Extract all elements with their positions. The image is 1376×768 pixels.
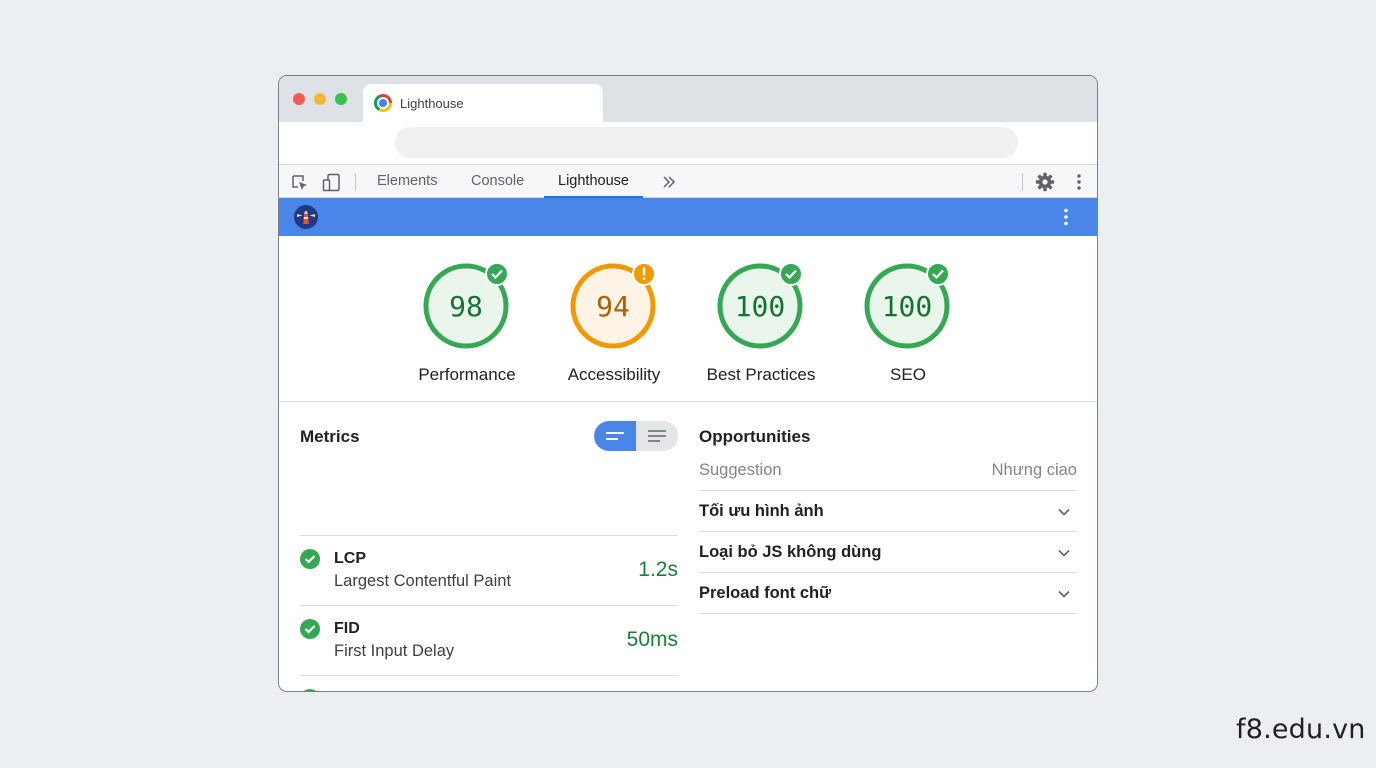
metrics-title: Metrics xyxy=(300,427,360,446)
pass-check-icon xyxy=(926,262,950,286)
metric-value: 1.2s xyxy=(638,558,678,581)
tab-title: Lighthouse xyxy=(400,95,464,111)
opportunity-title: Preload font chữ xyxy=(699,584,832,602)
metric-abbr: CLS xyxy=(334,690,366,691)
opportunities-header: Suggestion Nhưng ciao xyxy=(699,460,1077,491)
pass-check-icon xyxy=(300,549,320,569)
opportunity-title: Tối ưu hình ảnh xyxy=(699,502,824,520)
pass-check-icon xyxy=(485,262,509,286)
opportunity-row[interactable]: Loại bỏ JS không dùng xyxy=(699,532,1077,573)
maximize-window-button[interactable] xyxy=(335,93,347,105)
opportunities-panel: Opportunities Suggestion Nhưng ciao Tối … xyxy=(699,402,1077,691)
compact-view-button[interactable] xyxy=(594,421,636,451)
list-lines-icon xyxy=(648,430,666,442)
watermark: f8.edu.vn xyxy=(1236,714,1366,745)
performance-score: 98 xyxy=(449,290,483,323)
lighthouse-menu-icon[interactable] xyxy=(1057,208,1075,226)
chrome-logo-icon xyxy=(374,94,392,112)
more-tabs-icon[interactable] xyxy=(659,172,679,192)
accessibility-label: Accessibility xyxy=(567,365,661,384)
opportunity-row[interactable]: Tối ưu hình ảnh xyxy=(699,491,1077,532)
settings-gear-icon[interactable] xyxy=(1035,172,1055,192)
seo-gauge[interactable]: 100 SEO xyxy=(848,260,968,385)
metric-row: CLS Cumulative Layout Shift 0.01 xyxy=(300,675,678,691)
metrics-panel: Metrics LCP Largest Contentful Paint 1.2… xyxy=(300,402,678,691)
metric-abbr: FID xyxy=(334,620,360,637)
browser-tab[interactable]: Lighthouse xyxy=(363,84,603,122)
performance-gauge[interactable]: 98 Performance xyxy=(407,260,527,385)
accessibility-gauge[interactable]: 94 Accessibility xyxy=(554,260,674,385)
more-vertical-icon[interactable] xyxy=(1069,172,1089,192)
minimize-window-button[interactable] xyxy=(314,93,326,105)
expanded-view-button[interactable] xyxy=(636,421,678,451)
chevron-down-icon[interactable] xyxy=(1057,546,1071,560)
toolbar-divider xyxy=(1022,173,1023,191)
opportunities-title: Opportunities xyxy=(699,427,811,446)
metric-abbr: LCP xyxy=(334,550,366,567)
performance-label: Performance xyxy=(418,365,516,384)
chevron-down-icon[interactable] xyxy=(1057,587,1071,601)
metric-name: Largest Contentful Paint xyxy=(334,572,512,590)
lighthouse-header-bar xyxy=(279,198,1097,236)
pass-check-icon xyxy=(779,262,803,286)
score-gauges: 98 Performance 94 Accessibility 100 Best… xyxy=(279,236,1097,402)
metric-name: First Input Delay xyxy=(334,642,455,660)
seo-score: 100 xyxy=(882,290,933,323)
best-practices-label: Best Practices xyxy=(706,365,816,384)
pass-check-icon xyxy=(300,619,320,639)
pass-check-icon xyxy=(304,689,316,691)
view-toggle[interactable] xyxy=(594,421,678,451)
accessibility-score: 94 xyxy=(596,290,630,323)
savings-column-header: Nhưng ciao xyxy=(991,461,1077,479)
tab-lighthouse[interactable]: Lighthouse xyxy=(544,165,643,198)
list-lines-icon xyxy=(606,432,624,440)
suggestion-column-header: Suggestion xyxy=(699,461,782,479)
chevron-down-icon[interactable] xyxy=(1057,505,1071,519)
seo-label: SEO xyxy=(890,365,926,384)
tab-strip: Lighthouse xyxy=(279,76,1097,122)
device-toolbar-icon[interactable] xyxy=(321,172,341,192)
address-bar[interactable] xyxy=(395,127,1018,158)
tab-elements[interactable]: Elements xyxy=(363,165,451,198)
toolbar-divider xyxy=(355,173,356,191)
warning-icon xyxy=(632,262,656,286)
browser-window: Lighthouse Elements Console Lighthouse 9… xyxy=(278,75,1098,692)
lighthouse-logo-icon xyxy=(294,205,318,229)
metric-value: 50ms xyxy=(626,628,678,651)
metric-row: LCP Largest Contentful Paint 1.2s xyxy=(300,535,678,605)
metric-row: FID First Input Delay 50ms xyxy=(300,605,678,675)
opportunity-title: Loại bỏ JS không dùng xyxy=(699,543,882,561)
best-practices-gauge[interactable]: 100 Best Practices xyxy=(701,260,821,385)
best-practices-score: 100 xyxy=(735,290,786,323)
close-window-button[interactable] xyxy=(293,93,305,105)
inspect-element-icon[interactable] xyxy=(289,172,309,192)
opportunity-row[interactable]: Preload font chữ xyxy=(699,573,1077,614)
browser-toolbar xyxy=(279,122,1097,164)
tab-console[interactable]: Console xyxy=(457,165,538,198)
devtools-tab-bar: Elements Console Lighthouse xyxy=(279,164,1097,198)
